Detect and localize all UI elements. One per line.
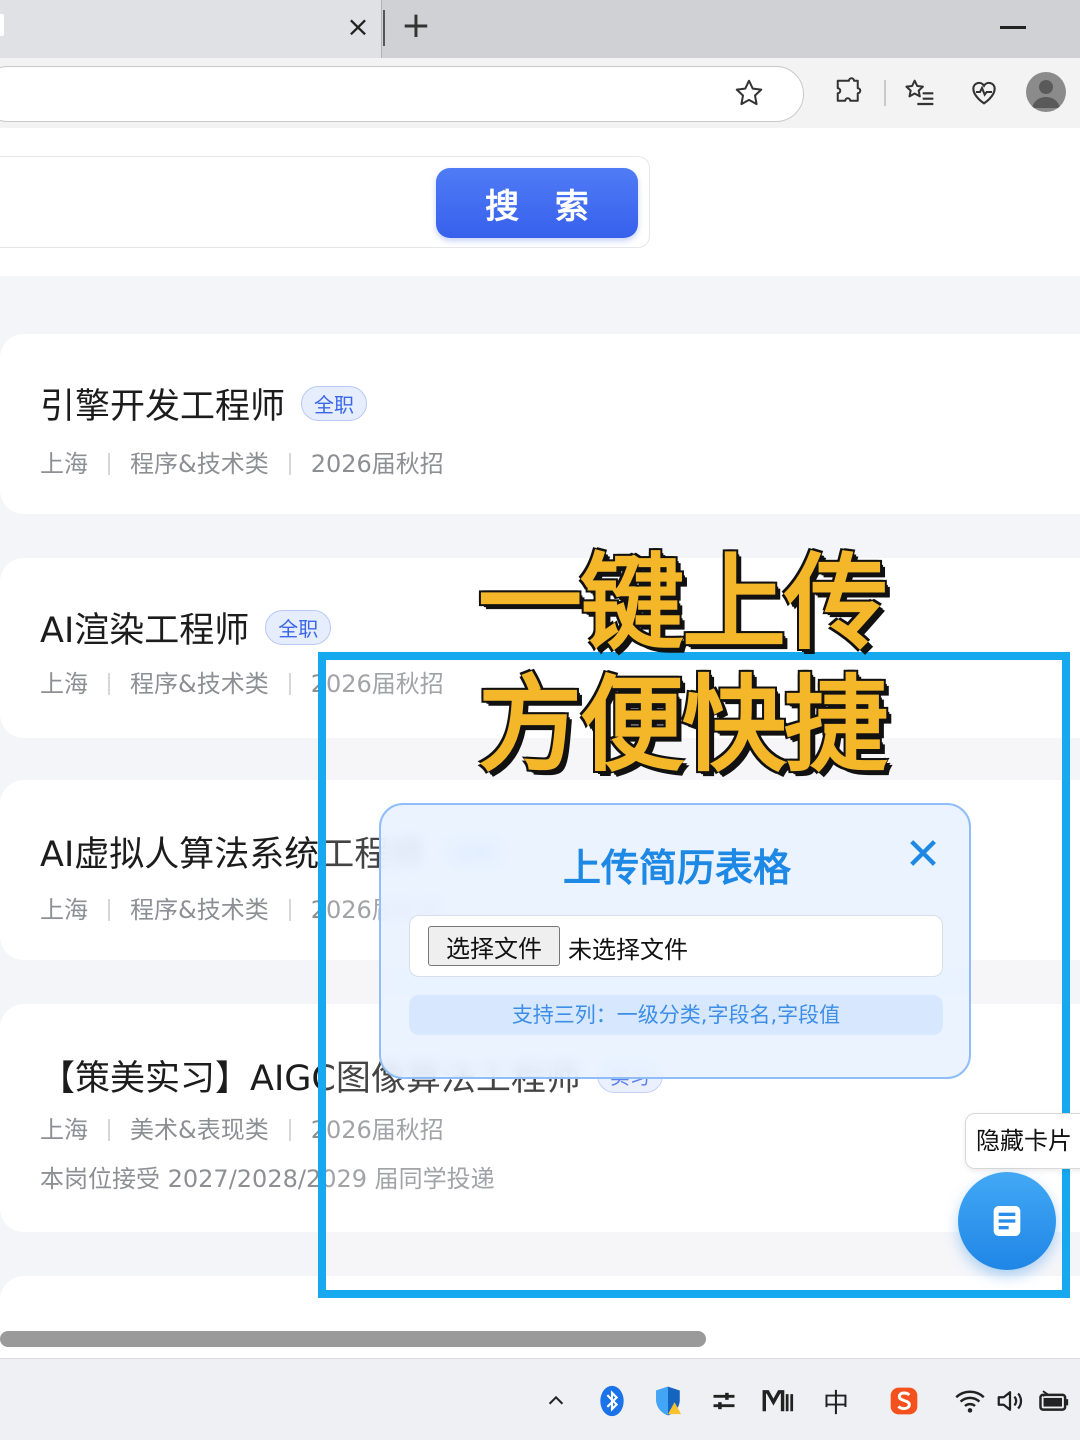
- settings-sliders-icon[interactable]: [704, 1381, 744, 1421]
- new-tab-button[interactable]: +: [400, 6, 432, 46]
- browser-health-icon[interactable]: [966, 74, 1002, 110]
- toolbar-divider: [884, 80, 886, 106]
- search-area: 搜 索: [0, 128, 1080, 276]
- horizontal-scrollbar[interactable]: [0, 1331, 706, 1347]
- job-type-badge: 全职: [265, 610, 332, 645]
- close-icon[interactable]: ✕: [903, 833, 943, 877]
- favorites-list-icon[interactable]: [902, 74, 938, 110]
- search-button[interactable]: 搜 索: [436, 168, 638, 238]
- tab-favicon: [0, 14, 4, 36]
- upload-modal: 上传简历表格 ✕ 选择文件 未选择文件 支持三列：一级分类,字段名,字段值: [379, 803, 971, 1079]
- job-city: 上海: [40, 670, 88, 698]
- taskbar: 中: [0, 1358, 1080, 1440]
- job-card[interactable]: 引擎开发工程师 全职 上海 程序&技术类 2026届秋招: [0, 334, 1080, 514]
- wifi-icon[interactable]: [950, 1381, 990, 1421]
- favorite-star-icon[interactable]: [731, 75, 767, 111]
- security-shield-icon[interactable]: [648, 1381, 688, 1421]
- browser-toolbar: [0, 58, 1080, 128]
- job-category: 美术&表现类: [130, 1116, 269, 1144]
- job-city: 上海: [40, 450, 88, 478]
- extensions-icon[interactable]: [831, 74, 867, 110]
- modal-title: 上传简历表格: [562, 846, 791, 890]
- upload-hint: 支持三列：一级分类,字段名,字段值: [409, 995, 943, 1035]
- sogou-input-icon[interactable]: [884, 1381, 924, 1421]
- choose-file-button[interactable]: 选择文件: [428, 926, 560, 966]
- tab-divider: [383, 10, 385, 46]
- job-meta: 上海 程序&技术类 2026届秋招: [40, 444, 444, 479]
- job-title-text: AI渲染工程师: [40, 611, 250, 651]
- tab-bar: × +: [0, 0, 1080, 58]
- job-category: 程序&技术类: [130, 896, 269, 924]
- bluetooth-icon[interactable]: [592, 1381, 632, 1421]
- job-category: 程序&技术类: [130, 670, 269, 698]
- headline-line-2: 方便快捷: [478, 664, 888, 786]
- volume-icon[interactable]: [990, 1381, 1030, 1421]
- profile-avatar[interactable]: [1026, 72, 1066, 112]
- job-category: 程序&技术类: [130, 450, 269, 478]
- file-status: 未选择文件: [568, 936, 688, 964]
- ime-indicator[interactable]: 中: [816, 1381, 856, 1421]
- job-batch: 2026届秋招: [310, 450, 444, 478]
- minimize-button[interactable]: [1000, 26, 1026, 29]
- job-title-text: 引擎开发工程师: [40, 387, 286, 427]
- job-type-badge: 全职: [301, 386, 368, 421]
- file-input[interactable]: 选择文件 未选择文件: [409, 915, 943, 977]
- hide-card-button[interactable]: 隐藏卡片: [965, 1113, 1080, 1169]
- job-title[interactable]: AI渲染工程师 全职: [40, 602, 332, 653]
- job-title[interactable]: 引擎开发工程师 全职: [40, 378, 368, 429]
- tab-close-button[interactable]: ×: [346, 10, 370, 44]
- address-bar[interactable]: [0, 66, 804, 122]
- job-city: 上海: [40, 896, 88, 924]
- chevron-up-icon[interactable]: [536, 1381, 576, 1421]
- floating-action-button[interactable]: [958, 1172, 1056, 1270]
- browser-tab[interactable]: ×: [0, 0, 382, 58]
- battery-icon[interactable]: [1034, 1381, 1074, 1421]
- form-list-icon: [993, 1206, 1021, 1236]
- app-m-icon[interactable]: [758, 1381, 798, 1421]
- job-city: 上海: [40, 1116, 88, 1144]
